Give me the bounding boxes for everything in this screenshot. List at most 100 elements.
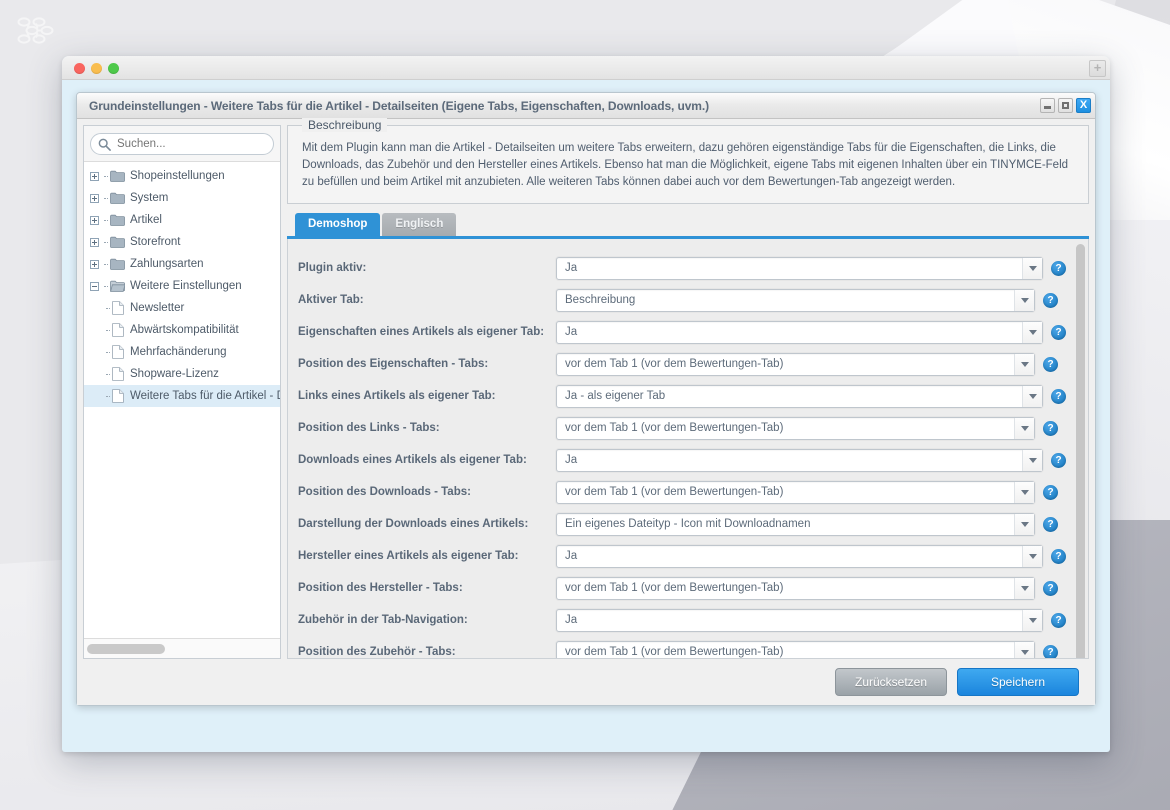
chevron-down-icon[interactable] [1022,609,1042,631]
tree-expander-plus-icon[interactable] [90,171,99,181]
settings-form-scroll-area: Plugin aktiv: Ja? Aktiver Tab: Beschreibung… [287,239,1089,659]
select-value: vor dem Tab 1 (vor dem Bewertungen-Tab) [565,646,784,658]
browser-window: + Grundeinstellungen - Weitere Tabs für … [62,56,1110,752]
file-icon [112,301,124,315]
form-vertical-scrollbar[interactable] [1076,244,1085,658]
select-value: Ja [565,454,578,466]
select-position-des-zubeh-r-tabs[interactable]: vor dem Tab 1 (vor dem Bewertungen-Tab) [556,640,1035,658]
tree-expander-plus-icon[interactable] [90,193,99,203]
select-value: Ja - als eigener Tab [565,390,666,402]
sidebar-scrollbar-thumb[interactable] [87,643,165,654]
chevron-down-icon[interactable] [1022,545,1042,567]
sidebar-item-weitere-einstellungen[interactable]: Weitere Einstellungen [84,275,280,297]
chevron-down-icon[interactable] [1022,385,1042,407]
chevron-down-icon[interactable] [1014,513,1034,535]
chevron-down-icon[interactable] [1014,577,1034,599]
select-aktiver-tab[interactable]: Beschreibung [556,288,1035,312]
help-icon[interactable]: ? [1051,452,1066,468]
select-value: Beschreibung [565,294,636,306]
file-icon [112,323,124,337]
form-control: Ja? [556,608,1066,632]
help-icon[interactable]: ? [1043,644,1058,658]
chevron-down-icon[interactable] [1022,321,1042,343]
chevron-down-icon[interactable] [1014,289,1034,311]
folder-icon [110,192,125,204]
chevron-down-icon[interactable] [1014,641,1034,658]
tree-expander-minus-icon[interactable] [90,281,99,291]
select-links-eines-artikels-als-eigener-tab[interactable]: Ja - als eigener Tab [556,384,1043,408]
sidebar-item-shopeinstellungen[interactable]: Shopeinstellungen [84,165,280,187]
file-icon [112,367,124,381]
help-icon[interactable]: ? [1043,516,1058,532]
chevron-down-icon[interactable] [1014,481,1034,503]
sidebar-item-shopware-lizenz[interactable]: Shopware-Lizenz [84,363,280,385]
form-row: Position des Downloads - Tabs: vor dem Ta… [288,476,1088,508]
sidebar-horizontal-scrollbar[interactable] [84,638,280,658]
tab-demoshop[interactable]: Demoshop [295,213,381,236]
help-icon[interactable]: ? [1043,580,1058,596]
sidebar-item-system[interactable]: System [84,187,280,209]
help-icon[interactable]: ? [1043,292,1058,308]
settings-dialog: Grundeinstellungen - Weitere Tabs für di… [76,92,1096,706]
select-zubeh-r-in-der-tab-navigation[interactable]: Ja [556,608,1043,632]
tab-englisch[interactable]: Englisch [382,213,457,236]
sidebar-item-newsletter[interactable]: Newsletter [84,297,280,319]
search-input[interactable] [117,138,273,150]
tree-expander-plus-icon[interactable] [90,215,99,225]
form-control: vor dem Tab 1 (vor dem Bewertungen-Tab)? [556,480,1066,504]
help-icon[interactable]: ? [1043,484,1058,500]
traffic-light-minimize-icon[interactable] [91,63,102,74]
form-label: Position des Hersteller - Tabs: [298,582,463,594]
select-value: Ja [565,614,578,626]
form-label: Position des Links - Tabs: [298,422,440,434]
traffic-light-close-icon[interactable] [74,63,85,74]
help-icon[interactable]: ? [1051,388,1066,404]
tree-expander-plus-icon[interactable] [90,237,99,247]
close-button[interactable]: X [1076,98,1091,113]
maximize-button[interactable] [1058,98,1073,113]
folder-open-icon [110,280,125,292]
select-hersteller-eines-artikels-als-eigener-tab[interactable]: Ja [556,544,1043,568]
help-icon[interactable]: ? [1051,548,1066,564]
search-field[interactable] [90,133,274,155]
form-label: Darstellung der Downloads eines Artikels… [298,518,529,530]
tree-expander-plus-icon[interactable] [90,259,99,269]
dialog-footer: Zurücksetzen Speichern [77,659,1095,705]
form-row: Links eines Artikels als eigener Tab: Ja … [288,380,1088,412]
sidebar-item-storefront[interactable]: Storefront [84,231,280,253]
chevron-down-icon[interactable] [1022,449,1042,471]
select-eigenschaften-eines-artikels-als-eigener-tab[interactable]: Ja [556,320,1043,344]
new-tab-button[interactable]: + [1089,60,1106,77]
form-control: Ja? [556,544,1066,568]
folder-icon [110,236,125,248]
select-position-des-eigenschaften-tabs[interactable]: vor dem Tab 1 (vor dem Bewertungen-Tab) [556,352,1035,376]
chevron-down-icon[interactable] [1022,257,1042,279]
minimize-button[interactable] [1040,98,1055,113]
save-button[interactable]: Speichern [957,668,1079,696]
select-value: Ein eigenes Dateityp - Icon mit Download… [565,518,811,530]
select-position-des-downloads-tabs[interactable]: vor dem Tab 1 (vor dem Bewertungen-Tab) [556,480,1035,504]
help-icon[interactable]: ? [1051,612,1066,628]
select-position-des-links-tabs[interactable]: vor dem Tab 1 (vor dem Bewertungen-Tab) [556,416,1035,440]
select-position-des-hersteller-tabs[interactable]: vor dem Tab 1 (vor dem Bewertungen-Tab) [556,576,1035,600]
chevron-down-icon[interactable] [1014,417,1034,439]
sidebar-item-mehrfach-nderung[interactable]: Mehrfachänderung [84,341,280,363]
folder-icon [110,170,125,182]
chevron-down-icon[interactable] [1014,353,1034,375]
select-downloads-eines-artikels-als-eigener-tab[interactable]: Ja [556,448,1043,472]
select-darstellung-der-downloads-eines-artikels[interactable]: Ein eigenes Dateityp - Icon mit Download… [556,512,1035,536]
traffic-light-maximize-icon[interactable] [108,63,119,74]
sidebar-item-weitere-tabs-f-r-die-artikel-d[interactable]: Weitere Tabs für die Artikel - D [84,385,280,407]
help-icon[interactable]: ? [1051,260,1066,276]
help-icon[interactable]: ? [1043,420,1058,436]
sidebar-item-zahlungsarten[interactable]: Zahlungsarten [84,253,280,275]
sidebar-item-artikel[interactable]: Artikel [84,209,280,231]
select-plugin-aktiv[interactable]: Ja [556,256,1043,280]
sidebar-item-abw-rtskompatibilit-t[interactable]: Abwärtskompatibilität [84,319,280,341]
help-icon[interactable]: ? [1051,324,1066,340]
reset-button[interactable]: Zurücksetzen [835,668,947,696]
select-value: vor dem Tab 1 (vor dem Bewertungen-Tab) [565,422,784,434]
tree-connector [106,395,110,397]
settings-tree[interactable]: Shopeinstellungen System Artikel Storefront… [84,162,280,638]
help-icon[interactable]: ? [1043,356,1058,372]
